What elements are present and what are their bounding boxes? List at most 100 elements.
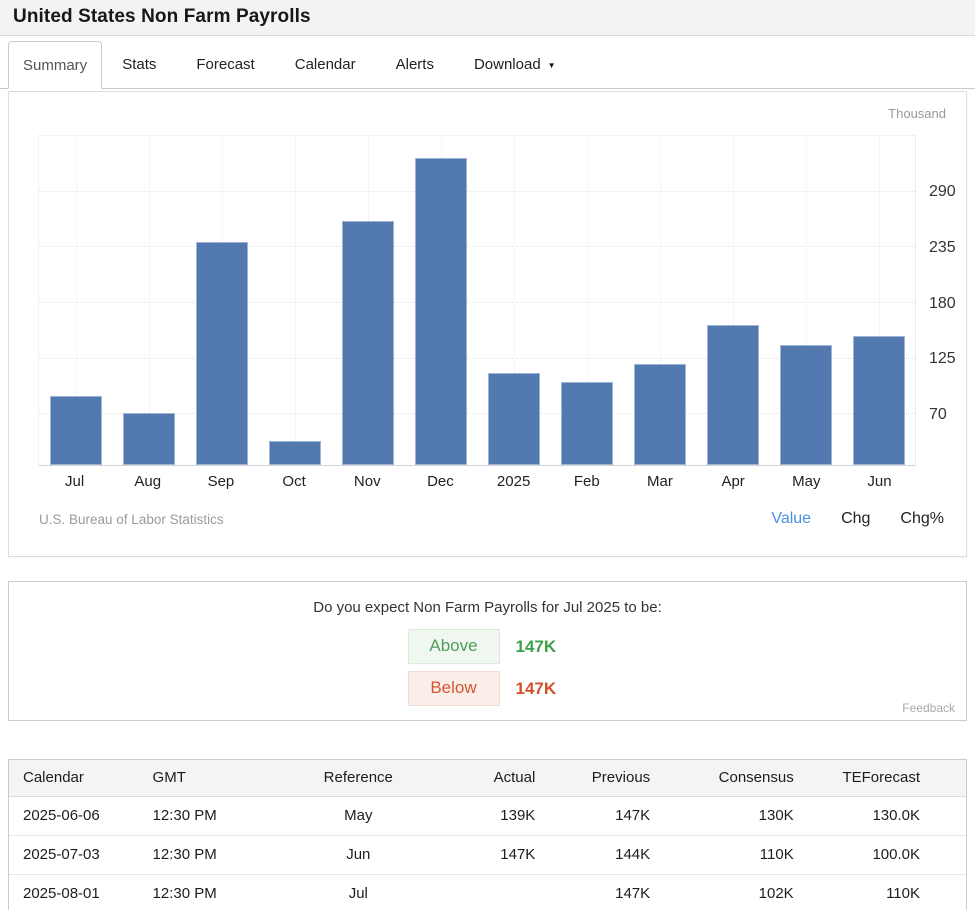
table-row[interactable]: 2025-07-0312:30 PMJun147K144K110K100.0K [9,836,966,875]
cell-teforecast: 130.0K [794,797,966,836]
tab-label: Summary [23,57,87,74]
cell-previous: 144K [535,836,650,875]
cell-teforecast: 100.0K [794,836,966,875]
bar-slot [842,136,915,465]
bar-slot [112,136,185,465]
column-header-actual: Actual [430,760,535,797]
cell-gmt: 12:30 PM [153,875,287,910]
threshold-value: 147K [516,679,568,699]
bar-slot [404,136,477,465]
tab-download[interactable]: Download▼ [454,41,576,88]
y-axis-unit-label: Thousand [888,106,946,121]
column-header-reference: Reference [287,760,431,797]
y-axis: 70125180235290 [929,136,973,466]
x-tick-label: Apr [697,473,770,490]
table-header-row: CalendarGMTReferenceActualPreviousConsen… [9,760,966,797]
cell-reference: May [287,797,431,836]
feedback-link[interactable]: Feedback [902,701,955,715]
tab-summary[interactable]: Summary [8,41,102,89]
bar-mar[interactable] [634,364,686,465]
bar-feb[interactable] [561,382,613,465]
bar-jul[interactable] [50,396,102,465]
plot-area [38,136,916,466]
bar-2025[interactable] [488,373,540,465]
bar-slot [258,136,331,465]
title-bar: United States Non Farm Payrolls [0,0,975,36]
cell-actual: 139K [430,797,535,836]
x-tick-label: Jul [38,473,111,490]
bar-slot [477,136,550,465]
h-gridline [39,191,915,192]
bar-aug[interactable] [123,413,175,465]
x-tick-label: Feb [550,473,623,490]
survey-card: Do you expect Non Farm Payrolls for Jul … [8,581,967,721]
source-attribution: U.S. Bureau of Labor Statistics [39,512,224,527]
cell-calendar: 2025-06-06 [9,797,153,836]
tab-stats[interactable]: Stats [102,41,176,88]
tab-label: Calendar [295,56,356,73]
cell-consensus: 130K [650,797,794,836]
chart-footer: U.S. Bureau of Labor Statistics Value Chg… [39,510,944,528]
toggle-value[interactable]: Value [771,510,811,528]
x-axis-labels: JulAugSepOctNovDec2025FebMarAprMayJun [38,473,916,490]
above-button[interactable]: Above [408,629,500,664]
x-tick-label: Dec [404,473,477,490]
x-tick-label: 2025 [477,473,550,490]
below-button[interactable]: Below [408,671,500,706]
cell-consensus: 110K [650,836,794,875]
toggle-chg[interactable]: Chg [841,510,870,528]
cell-teforecast: 110K [794,875,966,910]
column-header-teforecast: TEForecast [794,760,966,797]
bar-slot [769,136,842,465]
calendar-table: CalendarGMTReferenceActualPreviousConsen… [9,760,966,910]
bar-oct[interactable] [269,441,321,465]
x-tick-label: Oct [258,473,331,490]
threshold-value: 147K [516,637,568,657]
bar-slot [623,136,696,465]
cell-calendar: 2025-08-01 [9,875,153,910]
bar-slot [550,136,623,465]
cell-calendar: 2025-07-03 [9,836,153,875]
bar-slot [39,136,112,465]
bar-dec[interactable] [415,158,467,465]
toggle-chgpct[interactable]: Chg% [900,510,944,528]
bar-sep[interactable] [196,242,248,465]
column-header-previous: Previous [535,760,650,797]
bar-slot [185,136,258,465]
tab-forecast[interactable]: Forecast [176,41,274,88]
tab-alerts[interactable]: Alerts [376,41,454,88]
h-gridline [39,135,915,136]
column-header-calendar: Calendar [9,760,153,797]
tab-label: Download [474,56,541,73]
cell-reference: Jun [287,836,431,875]
x-tick-label: May [770,473,843,490]
bar-jun[interactable] [853,336,905,465]
y-tick-label: 125 [929,350,956,368]
tab-calendar[interactable]: Calendar [275,41,376,88]
y-tick-label: 70 [929,406,947,424]
bar-nov[interactable] [342,221,394,465]
cell-previous: 147K [535,797,650,836]
y-tick-label: 290 [929,183,956,201]
cell-consensus: 102K [650,875,794,910]
column-header-gmt: GMT [153,760,287,797]
cell-actual: 147K [430,836,535,875]
column-header-consensus: Consensus [650,760,794,797]
bars [39,136,915,465]
cell-gmt: 12:30 PM [153,836,287,875]
tab-label: Alerts [396,56,434,73]
y-tick-label: 235 [929,239,956,257]
survey-options: Above 147K Below 147K [9,629,966,706]
survey-option-row: Below 147K [9,671,966,706]
x-tick-label: Sep [184,473,257,490]
x-tick-label: Aug [111,473,184,490]
v-gridline [295,136,296,465]
x-tick-label: Mar [623,473,696,490]
cell-previous: 147K [535,875,650,910]
table-row[interactable]: 2025-06-0612:30 PMMay139K147K130K130.0K [9,797,966,836]
table-body: 2025-06-0612:30 PMMay139K147K130K130.0K2… [9,797,966,910]
table-row[interactable]: 2025-08-0112:30 PMJul147K102K110K [9,875,966,910]
bar-apr[interactable] [707,325,759,465]
tab-bar: Summary StatsForecast Calendar Alerts Downlo… [0,41,975,89]
bar-may[interactable] [780,345,832,465]
